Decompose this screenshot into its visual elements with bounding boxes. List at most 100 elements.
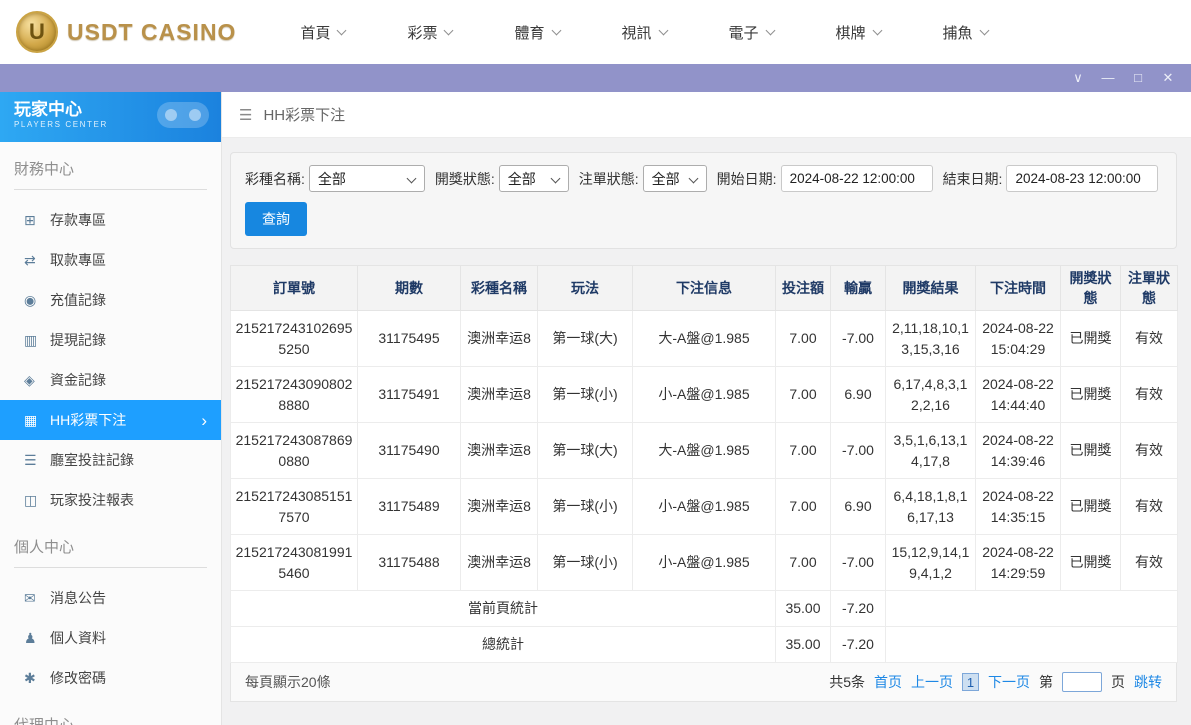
content-area: 彩種名稱: 全部 開獎狀態: 全部 注單狀態: 全部 開始日期: bbox=[222, 138, 1191, 725]
cell-draw-status: 已開獎 bbox=[1061, 367, 1121, 423]
sidebar-item-label: 取款專區 bbox=[50, 250, 106, 270]
cell-lottery: 澳洲幸运8 bbox=[461, 311, 538, 367]
cell-bet-time: 2024-08-22 15:04:29 bbox=[976, 311, 1061, 367]
nav-item-live[interactable]: 視訊 bbox=[622, 22, 667, 43]
nav-label: 視訊 bbox=[622, 22, 652, 43]
cell-order-no: 2152172430878690880 bbox=[231, 423, 358, 479]
nav-item-lottery[interactable]: 彩票 bbox=[407, 22, 452, 43]
site-logo[interactable]: U USDT CASINO bbox=[16, 11, 236, 53]
table-row: 2152172430851517570 31175489 澳洲幸运8 第一球(小… bbox=[231, 479, 1178, 535]
nav-item-home[interactable]: 首頁 bbox=[300, 22, 345, 43]
nav-label: 首頁 bbox=[300, 22, 330, 43]
cell-period: 31175491 bbox=[358, 367, 461, 423]
start-date-label: 開始日期: bbox=[717, 169, 777, 189]
chevron-down-icon bbox=[765, 25, 775, 35]
nav-item-slots[interactable]: 電子 bbox=[729, 22, 774, 43]
table-row: 2152172430908028880 31175491 澳洲幸运8 第一球(小… bbox=[231, 367, 1178, 423]
select-value: 全部 bbox=[508, 169, 536, 189]
sidebar-item-hh-lottery-bets[interactable]: ▦ HH彩票下注 › bbox=[0, 400, 221, 440]
sidebar-item-deposit[interactable]: ⊞ 存款專區 bbox=[0, 200, 221, 240]
sidebar-item-label: 充值記錄 bbox=[50, 290, 106, 310]
cell-result: 6,4,18,1,8,16,17,13 bbox=[886, 479, 976, 535]
room-bet-record-icon: ☰ bbox=[24, 452, 50, 469]
cell-order-no: 2152172431026955250 bbox=[231, 311, 358, 367]
nav-label: 體育 bbox=[514, 22, 544, 43]
cell-play: 第一球(小) bbox=[538, 479, 633, 535]
bet-status-select[interactable]: 全部 bbox=[643, 165, 707, 192]
cell-play: 第一球(小) bbox=[538, 367, 633, 423]
section-finance-center[interactable]: 財務中心 bbox=[14, 158, 207, 190]
funds-record-icon: ◈ bbox=[24, 372, 50, 389]
cell-order-no: 2152172430908028880 bbox=[231, 367, 358, 423]
chevron-down-icon bbox=[551, 25, 561, 35]
close-icon[interactable]: ✕ bbox=[1153, 64, 1183, 92]
cell-draw-status: 已開獎 bbox=[1061, 423, 1121, 479]
start-date-input[interactable] bbox=[781, 165, 933, 192]
sidebar-item-recharge-records[interactable]: ◉ 充值記錄 bbox=[0, 280, 221, 320]
maximize-icon[interactable]: □ bbox=[1123, 64, 1153, 92]
cell-play: 第一球(大) bbox=[538, 423, 633, 479]
table-row: 2152172430819915460 31175488 澳洲幸运8 第一球(小… bbox=[231, 535, 1178, 591]
page-summary-row: 當前頁統計 35.00 -7.20 bbox=[231, 591, 1178, 627]
jump-prefix-label: 第 bbox=[1039, 672, 1053, 692]
search-button[interactable]: 查詢 bbox=[245, 202, 307, 236]
current-page-indicator[interactable]: 1 bbox=[962, 673, 979, 691]
col-order-no: 訂單號 bbox=[231, 266, 358, 311]
bets-table: 訂單號 期數 彩種名稱 玩法 下注信息 投注額 輸贏 開獎結果 下注時間 開獎狀… bbox=[230, 265, 1178, 663]
col-draw-status: 開獎狀態 bbox=[1061, 266, 1121, 311]
pagination: 共5条 首页 上一页 1 下一页 第 页 跳转 bbox=[829, 672, 1162, 692]
lottery-name-select[interactable]: 全部 bbox=[309, 165, 425, 192]
sidebar-item-cashout-records[interactable]: ▥ 提現記錄 bbox=[0, 320, 221, 360]
sidebar-item-player-bet-report[interactable]: ◫ 玩家投注報表 bbox=[0, 480, 221, 520]
cell-amount: 7.00 bbox=[776, 479, 831, 535]
cell-period: 31175495 bbox=[358, 311, 461, 367]
cell-amount: 7.00 bbox=[776, 367, 831, 423]
nav-label: 彩票 bbox=[407, 22, 437, 43]
sidebar-item-funds-records[interactable]: ◈ 資金記錄 bbox=[0, 360, 221, 400]
cell-amount: 7.00 bbox=[776, 423, 831, 479]
nav-item-sports[interactable]: 體育 bbox=[514, 22, 559, 43]
sidebar-item-announcements[interactable]: ✉ 消息公告 bbox=[0, 578, 221, 618]
jump-page-input[interactable] bbox=[1062, 672, 1102, 692]
cell-result: 2,11,18,10,13,15,3,16 bbox=[886, 311, 976, 367]
chevron-down-icon[interactable]: ∨ bbox=[1063, 64, 1093, 92]
end-date-input[interactable] bbox=[1006, 165, 1158, 192]
sidebar-item-room-bet-records[interactable]: ☰ 廳室投註記錄 bbox=[0, 440, 221, 480]
page-summary-amount: 35.00 bbox=[776, 591, 831, 627]
sidebar-item-withdraw[interactable]: ⇄ 取款專區 bbox=[0, 240, 221, 280]
cell-bet-info: 大-A盤@1.985 bbox=[633, 423, 776, 479]
total-summary-row: 總統計 35.00 -7.20 bbox=[231, 627, 1178, 663]
nav-item-cards[interactable]: 棋牌 bbox=[836, 22, 881, 43]
cell-result: 6,17,4,8,3,12,2,16 bbox=[886, 367, 976, 423]
recharge-record-icon: ◉ bbox=[24, 292, 50, 309]
password-icon: ✱ bbox=[24, 670, 50, 687]
total-summary-win-loss: -7.20 bbox=[831, 627, 886, 663]
sidebar-item-profile[interactable]: ♟ 個人資料 bbox=[0, 618, 221, 658]
sidebar-item-label: 廳室投註記錄 bbox=[50, 450, 134, 470]
section-agent-center[interactable]: 代理中心 bbox=[14, 714, 207, 725]
withdraw-icon: ⇄ bbox=[24, 252, 50, 269]
page-summary-empty bbox=[886, 591, 1178, 627]
next-page-link[interactable]: 下一页 bbox=[988, 672, 1030, 692]
jump-suffix-label: 页 bbox=[1111, 672, 1125, 692]
players-center-header: 玩家中心 PLAYERS CENTER bbox=[0, 92, 221, 142]
draw-status-select[interactable]: 全部 bbox=[499, 165, 569, 192]
nav-item-fishing[interactable]: 捕魚 bbox=[943, 22, 988, 43]
cell-play: 第一球(小) bbox=[538, 535, 633, 591]
minimize-icon[interactable]: — bbox=[1093, 64, 1123, 92]
cell-win-loss: 6.90 bbox=[831, 367, 886, 423]
sidebar-item-change-password[interactable]: ✱ 修改密碼 bbox=[0, 658, 221, 698]
cell-bet-info: 大-A盤@1.985 bbox=[633, 311, 776, 367]
prev-page-link[interactable]: 上一页 bbox=[911, 672, 953, 692]
cell-bet-info: 小-A盤@1.985 bbox=[633, 479, 776, 535]
first-page-link[interactable]: 首页 bbox=[874, 672, 902, 692]
jump-action-link[interactable]: 跳转 bbox=[1134, 672, 1162, 692]
top-navbar: U USDT CASINO 首頁 彩票 體育 視訊 電子 棋牌 捕魚 bbox=[0, 0, 1191, 64]
section-personal-center[interactable]: 個人中心 bbox=[14, 536, 207, 568]
cell-lottery: 澳洲幸运8 bbox=[461, 423, 538, 479]
col-win-loss: 輸贏 bbox=[831, 266, 886, 311]
page-title: HH彩票下注 bbox=[263, 104, 345, 125]
hamburger-menu-icon[interactable]: ☰ bbox=[239, 106, 252, 124]
window-titlebar: ∨ — □ ✕ bbox=[0, 64, 1191, 92]
total-summary-label: 總統計 bbox=[231, 627, 776, 663]
